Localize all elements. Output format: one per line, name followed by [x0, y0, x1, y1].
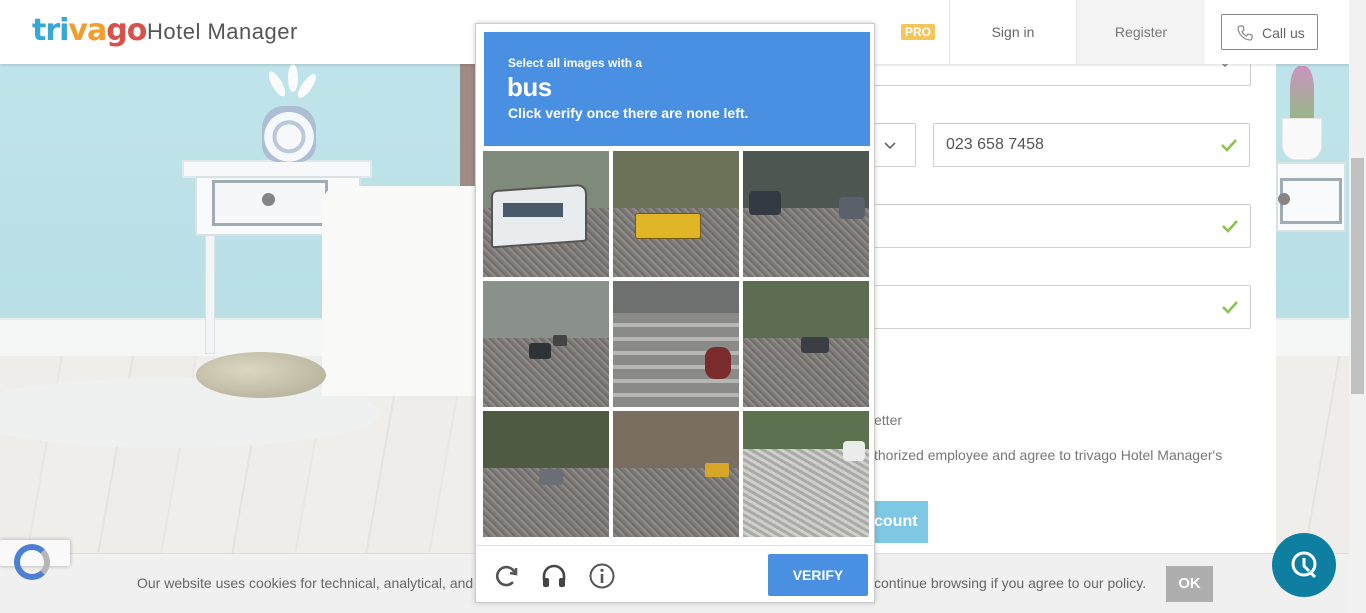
cookie-text: continue browsing if you agree to our po… — [874, 575, 1147, 591]
recaptcha-logo-icon — [14, 544, 50, 580]
chat-button[interactable] — [1272, 533, 1336, 597]
recaptcha-challenge: Select all images with a bus Click verif… — [475, 23, 875, 603]
phone-value: 023 658 7458 — [946, 136, 1044, 153]
check-icon — [1221, 139, 1237, 152]
target-object: bus — [507, 72, 552, 102]
call-us-button[interactable]: Call us — [1221, 14, 1318, 50]
trivago-logo[interactable]: trivago — [32, 13, 147, 48]
captcha-tile[interactable] — [483, 411, 609, 537]
register-link[interactable]: Register — [1077, 0, 1205, 64]
password-field[interactable] — [874, 285, 1251, 329]
logo-part-3: go — [106, 13, 147, 48]
captcha-tile[interactable] — [743, 411, 869, 537]
audio-icon[interactable] — [540, 562, 568, 590]
chat-icon — [1291, 551, 1317, 579]
instruction-line: Select all images with a — [508, 56, 643, 70]
captcha-tile[interactable] — [483, 281, 609, 407]
create-account-label: count — [874, 513, 918, 530]
captcha-tile[interactable] — [613, 411, 739, 537]
captcha-tile[interactable] — [613, 151, 739, 277]
captcha-tile[interactable] — [613, 281, 739, 407]
phone-icon — [1237, 25, 1253, 41]
check-icon — [1222, 220, 1238, 233]
email-field[interactable] — [874, 204, 1251, 248]
info-icon[interactable] — [588, 562, 616, 590]
create-account-button[interactable]: count — [874, 501, 928, 543]
newsletter-label: etter — [874, 412, 903, 428]
call-us-label: Call us — [1262, 25, 1305, 41]
logo-part-2: va — [68, 13, 107, 48]
verify-button[interactable]: VERIFY — [768, 554, 868, 596]
recaptcha-badge[interactable] — [0, 540, 70, 580]
captcha-tile[interactable] — [743, 151, 869, 277]
captcha-divider — [476, 545, 874, 546]
scrollbar-thumb[interactable] — [1351, 158, 1364, 394]
check-icon — [1222, 301, 1238, 314]
pro-badge: PRO — [901, 24, 935, 40]
cookie-ok-button[interactable]: OK — [1166, 566, 1213, 602]
captcha-tile[interactable] — [483, 151, 609, 277]
cookie-text: Our website uses cookies for technical, … — [137, 575, 474, 591]
signin-link[interactable]: Sign in — [950, 0, 1076, 64]
reload-icon[interactable] — [493, 562, 521, 590]
consent-label: thorized employee and agree to trivago H… — [874, 447, 1223, 463]
logo-part-1: tri — [32, 13, 69, 48]
instruction-line: Click verify once there are none left. — [508, 105, 749, 121]
captcha-instructions: Select all images with a bus Click verif… — [484, 32, 870, 146]
phone-field[interactable]: 023 658 7458 — [933, 123, 1250, 167]
phone-code-select[interactable] — [874, 123, 916, 167]
logo-subtitle: Hotel Manager — [147, 19, 298, 44]
chevron-down-icon — [884, 142, 896, 150]
captcha-tile[interactable] — [743, 281, 869, 407]
